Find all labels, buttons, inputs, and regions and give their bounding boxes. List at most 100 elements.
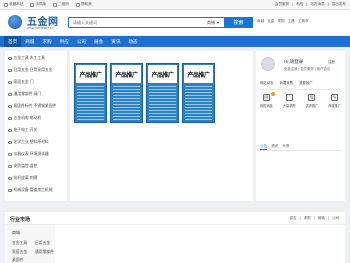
member-service-link[interactable]: 会员服务 — [275, 2, 289, 7]
main-nav-items: 首页 商城 求购 供应 公司 展会 资讯 动态 — [4, 36, 142, 47]
phone-icon — [30, 2, 35, 7]
bulk-buy-button[interactable]: ♡ 大量求购 — [283, 94, 296, 108]
valve-icon — [8, 92, 12, 97]
mall-promo-button[interactable]: ✎ 商城推广 — [328, 94, 341, 108]
market-category-head: 商城 — [12, 230, 20, 235]
chemical-icon — [8, 140, 12, 145]
ad-text-lines — [185, 86, 212, 120]
purchase-button[interactable]: 我要采购 — [280, 80, 294, 85]
top-bar-right-links: 会员服务 | 私信 | 站内消息 | 招已发布 — [275, 2, 346, 7]
search-scope-select[interactable]: 商铺 ▾ — [207, 19, 219, 26]
nav-expo[interactable]: 展会 — [90, 36, 107, 47]
motor-icon — [8, 116, 12, 121]
header-link[interactable]: 工具 — [288, 19, 295, 24]
message-link[interactable]: 私信 — [296, 2, 303, 7]
published-link[interactable]: 招已发布 — [332, 2, 346, 7]
tab-supply[interactable]: 供应 — [289, 216, 296, 221]
notification-badge — [270, 92, 275, 96]
bookmark-link[interactable]: 收藏本站 — [4, 2, 23, 7]
search-input[interactable] — [73, 18, 205, 27]
promote-button[interactable]: 我要推广 — [299, 80, 313, 85]
ad-text-lines — [113, 86, 140, 120]
my-messages-button[interactable]: ✉ 我的消息 — [260, 92, 275, 108]
market-category[interactable]: 紧固件 — [12, 258, 23, 263]
textile-icon — [8, 176, 12, 181]
sidebar-item[interactable]: 日用五金 日用家用五金 — [8, 68, 53, 73]
quick-icons: ✉ 我的消息 ♡ 大量求购 ⇅ 供求推广 ✎ 商城推广 — [260, 92, 341, 108]
nav-home[interactable]: 首页 — [4, 36, 22, 47]
header-links: 商城 五金 采购 工具 工具市 — [257, 19, 309, 24]
header-link[interactable]: 五金 — [267, 19, 274, 24]
hardware-icon — [8, 68, 12, 73]
user-actions: 网站动态 我要采购 我要推广 — [260, 80, 313, 85]
register-link[interactable]: 注册 — [328, 59, 335, 64]
tab-company[interactable]: 公司 — [332, 216, 339, 221]
sidebar-item[interactable]: 化学工业 塑料原材料 — [8, 140, 49, 145]
sidebar-item[interactable]: 家居五金 门 — [8, 80, 34, 85]
swap-icon: ⇅ — [308, 94, 316, 101]
ad-banner[interactable]: 产品推广 — [182, 63, 215, 123]
sidebar-item[interactable]: 紧固件标件 不锈钢紧固件 — [8, 104, 56, 109]
ad-text-lines — [149, 86, 176, 120]
sidebar-item[interactable]: 安防监控 监控 — [8, 164, 37, 169]
category-sidebar: 五金工具 木工工具 日用五金 日用家用五金 家居五金 门 通用零部件 阀门 紧固… — [5, 51, 67, 201]
header-link[interactable]: 工具市 — [298, 19, 309, 24]
header-link[interactable]: 采购 — [277, 19, 284, 24]
market-category[interactable]: 五金工具 — [12, 241, 27, 246]
ad-banner[interactable]: 产品推广 — [74, 63, 107, 123]
section-title: 行业市场 — [10, 217, 31, 223]
industry-market: 行业市场 供应 | 求购 | 商城 | 公司 商城 五金工具 日用五金 家居五金 通用… — [5, 212, 345, 263]
help-icon — [75, 2, 80, 7]
divider: | — [327, 2, 329, 6]
divider — [260, 89, 341, 90]
switch-icon — [8, 128, 12, 133]
nav-updates[interactable]: 动态 — [124, 36, 141, 47]
heart-icon: ♡ — [285, 94, 293, 101]
edit-icon: ✎ — [331, 94, 339, 101]
user-panel: Hi,请登录 注册 免费注册 | 会员服务 | 用户协议 网站动态 我要采购 我… — [256, 51, 345, 201]
nav-news[interactable]: 资讯 — [107, 36, 124, 47]
ad-title: 产品推广 — [184, 65, 213, 83]
tab-buy[interactable]: 求购 — [304, 216, 311, 221]
login-prompt[interactable]: Hi,请登录 — [284, 59, 303, 65]
mobile-link[interactable]: 手机版 — [30, 2, 46, 7]
market-category[interactable]: 日用五金 — [35, 241, 50, 246]
top-bar-left-links: 收藏本站 手机版 二维码 帮助我 — [4, 2, 92, 7]
divider: | — [292, 2, 294, 6]
market-category[interactable]: 家居五金 — [12, 250, 27, 255]
site-message-link[interactable]: 站内消息 — [310, 2, 324, 7]
sidebar-item[interactable]: 通用零部件 阀门 — [8, 92, 41, 97]
sidebar-item[interactable]: 五金机电 电动机 — [8, 116, 41, 121]
tab-mall[interactable]: 商城 — [318, 216, 325, 221]
ad-banner[interactable]: 产品推广 — [110, 63, 143, 123]
sidebar-item[interactable]: 仪器仪表 环境测试器 — [8, 152, 49, 157]
site-updates-button[interactable]: 网站动态 — [260, 80, 274, 85]
qrcode-link[interactable]: 二维码 — [53, 2, 69, 7]
nav-company[interactable]: 公司 — [73, 36, 90, 47]
divider: | — [327, 216, 329, 220]
nav-mall[interactable]: 商城 — [21, 36, 38, 47]
promo-area: 产品推广 产品推广 产品推广 产品推广 — [70, 51, 253, 201]
nav-buy[interactable]: 求购 — [38, 36, 55, 47]
star-icon — [4, 2, 8, 7]
sidebar-item[interactable]: 五金工具 木工工具 — [8, 56, 45, 61]
divider — [260, 150, 341, 151]
supply-promo-button[interactable]: ⇅ 供求推广 — [306, 94, 318, 108]
door-icon — [8, 80, 12, 85]
sidebar-item[interactable]: 机械设备 管道加工机械 — [8, 188, 53, 193]
help-link[interactable]: 帮助我 — [75, 2, 92, 7]
qrcode-icon — [53, 2, 58, 7]
sidebar-item[interactable]: 电子电工 开关 — [8, 128, 37, 133]
market-category[interactable]: 通用零部件 — [35, 250, 54, 255]
ad-title: 产品推广 — [148, 65, 177, 83]
user-sub-links[interactable]: 免费注册 | 会员服务 | 用户协议 — [284, 66, 330, 71]
search-box: 商铺▾ 搜索 — [68, 17, 253, 28]
globe-logo-icon[interactable] — [8, 15, 22, 29]
avatar[interactable] — [261, 57, 275, 71]
header-link[interactable]: 商城 — [257, 19, 264, 24]
sidebar-item[interactable]: 纺织皮革 刺绣 — [8, 176, 37, 181]
ad-title: 产品推广 — [76, 65, 105, 83]
nav-supply[interactable]: 供应 — [56, 36, 73, 47]
search-button[interactable]: 搜索 — [224, 17, 253, 28]
ad-banner[interactable]: 产品推广 — [146, 63, 179, 123]
